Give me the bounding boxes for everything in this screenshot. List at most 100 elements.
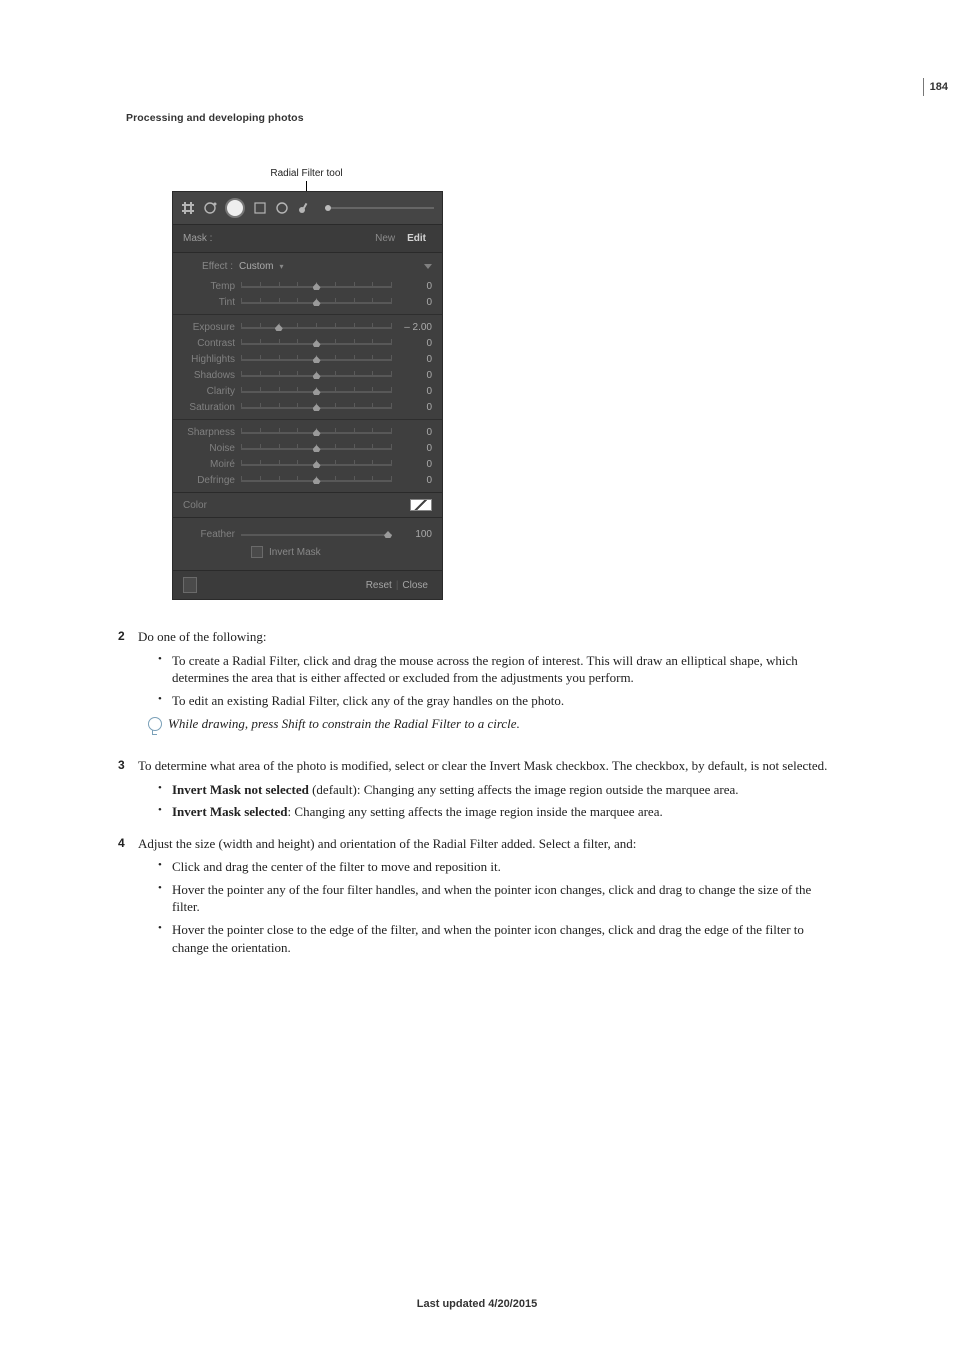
feather-label: Feather	[183, 529, 235, 540]
radial-filter-icon[interactable]	[275, 201, 289, 215]
body-text: 2 Do one of the following: To create a R…	[118, 614, 834, 962]
invert-mask-label: Invert Mask	[269, 547, 321, 558]
slider-label: Exposure	[183, 322, 235, 333]
slider-track[interactable]	[241, 371, 392, 379]
slider-track[interactable]	[241, 298, 392, 306]
color-label: Color	[183, 500, 207, 511]
slider-track[interactable]	[241, 339, 392, 347]
step-2-bullets: To create a Radial Filter, click and dra…	[118, 652, 834, 710]
list-item: Hover the pointer any of the four filter…	[158, 881, 834, 916]
slider-row-shadows: Shadows 0	[183, 367, 432, 383]
radial-filter-figure: Radial Filter tool	[172, 168, 441, 600]
graduated-filter-icon[interactable]	[253, 201, 267, 215]
panel-footer: Reset | Close	[173, 570, 442, 599]
brush-size-slider[interactable]	[325, 207, 434, 209]
tip-text: While drawing, press Shift to constrain …	[168, 715, 520, 733]
list-item: To create a Radial Filter, click and dra…	[158, 652, 834, 687]
slider-row-sharpness: Sharpness 0	[183, 424, 432, 440]
slider-value: 0	[398, 427, 432, 438]
slider-value: 0	[398, 354, 432, 365]
step-3-bullets: Invert Mask not selected (default): Chan…	[118, 781, 834, 821]
slider-row-defringe: Defringe 0	[183, 472, 432, 488]
step-number: 4	[118, 835, 138, 853]
feather-slider[interactable]	[241, 530, 392, 538]
panel-toggle-icon[interactable]	[183, 577, 197, 593]
slider-value: 0	[398, 370, 432, 381]
slider-label: Temp	[183, 281, 235, 292]
slider-value: – 2.00	[398, 322, 432, 333]
caption-pointer-line	[306, 181, 307, 191]
crop-icon[interactable]	[181, 201, 195, 215]
step-lead: To determine what area of the photo is m…	[138, 757, 834, 775]
mask-mode-row: Mask : New Edit	[173, 225, 442, 253]
slider-label: Shadows	[183, 370, 235, 381]
slider-label: Moiré	[183, 459, 235, 470]
slider-label: Clarity	[183, 386, 235, 397]
slider-label: Saturation	[183, 402, 235, 413]
slider-row-highlights: Highlights 0	[183, 351, 432, 367]
slider-label: Noise	[183, 443, 235, 454]
step-lead: Do one of the following:	[138, 628, 834, 646]
slider-track[interactable]	[241, 387, 392, 395]
page-footer: Last updated 4/20/2015	[0, 1298, 954, 1310]
color-swatch[interactable]	[410, 499, 432, 511]
step-lead: Adjust the size (width and height) and o…	[138, 835, 834, 853]
reset-button[interactable]: Reset	[362, 580, 396, 591]
slider-track[interactable]	[241, 444, 392, 452]
effect-value[interactable]: Custom	[239, 261, 273, 272]
slider-track[interactable]	[241, 428, 392, 436]
step-number: 3	[118, 757, 138, 775]
slider-row-saturation: Saturation0	[183, 399, 432, 415]
mask-new-tab[interactable]: New	[369, 231, 401, 246]
slider-value: 0	[398, 281, 432, 292]
sliders-area: Effect : Custom ▾ Temp0Tint0 Exposure– 2…	[173, 253, 442, 492]
slider-row-exposure: Exposure – 2.00	[183, 319, 432, 335]
slider-row-temp: Temp 0	[183, 278, 432, 294]
close-button[interactable]: Close	[398, 580, 432, 591]
mask-label: Mask :	[183, 233, 212, 244]
slider-track[interactable]	[241, 323, 392, 331]
list-item: Hover the pointer close to the edge of t…	[158, 921, 834, 956]
slider-row-moiré: Moiré 0	[183, 456, 432, 472]
step-4-bullets: Click and drag the center of the filter …	[118, 858, 834, 956]
color-row: Color	[173, 492, 442, 518]
slider-track[interactable]	[241, 476, 392, 484]
spot-removal-icon[interactable]	[203, 201, 217, 215]
figure-caption: Radial Filter tool	[172, 168, 441, 179]
effect-disclosure-icon[interactable]	[424, 264, 432, 269]
effect-label: Effect :	[183, 261, 233, 272]
section-title: Processing and developing photos	[126, 112, 304, 124]
page-number: 184	[923, 78, 954, 96]
slider-label: Tint	[183, 297, 235, 308]
lightbulb-icon	[146, 715, 162, 735]
invert-mask-row: Invert Mask	[183, 542, 432, 566]
slider-value: 0	[398, 443, 432, 454]
slider-value: 0	[398, 297, 432, 308]
feather-value: 100	[398, 529, 432, 540]
slider-label: Highlights	[183, 354, 235, 365]
step-number: 2	[118, 628, 138, 646]
slider-value: 0	[398, 459, 432, 470]
list-item: Invert Mask not selected (default): Chan…	[158, 781, 834, 799]
list-item: Click and drag the center of the filter …	[158, 858, 834, 876]
tip: While drawing, press Shift to constrain …	[146, 715, 834, 735]
red-eye-icon[interactable]	[225, 198, 245, 218]
slider-row-clarity: Clarity0	[183, 383, 432, 399]
adjustment-brush-icon[interactable]	[297, 201, 311, 215]
slider-row-contrast: Contrast0	[183, 335, 432, 351]
invert-mask-checkbox[interactable]	[251, 546, 263, 558]
slider-row-noise: Noise 0	[183, 440, 432, 456]
slider-track[interactable]	[241, 460, 392, 468]
slider-label: Sharpness	[183, 427, 235, 438]
slider-track[interactable]	[241, 355, 392, 363]
step-4: 4 Adjust the size (width and height) and…	[118, 835, 834, 853]
slider-track[interactable]	[241, 403, 392, 411]
slider-label: Defringe	[183, 475, 235, 486]
tools-toolbar	[173, 192, 442, 225]
list-item: To edit an existing Radial Filter, click…	[158, 692, 834, 710]
list-item: Invert Mask selected: Changing any setti…	[158, 803, 834, 821]
slider-track[interactable]	[241, 282, 392, 290]
slider-value: 0	[398, 475, 432, 486]
mask-edit-tab[interactable]: Edit	[401, 231, 432, 246]
step-2: 2 Do one of the following:	[118, 628, 834, 646]
